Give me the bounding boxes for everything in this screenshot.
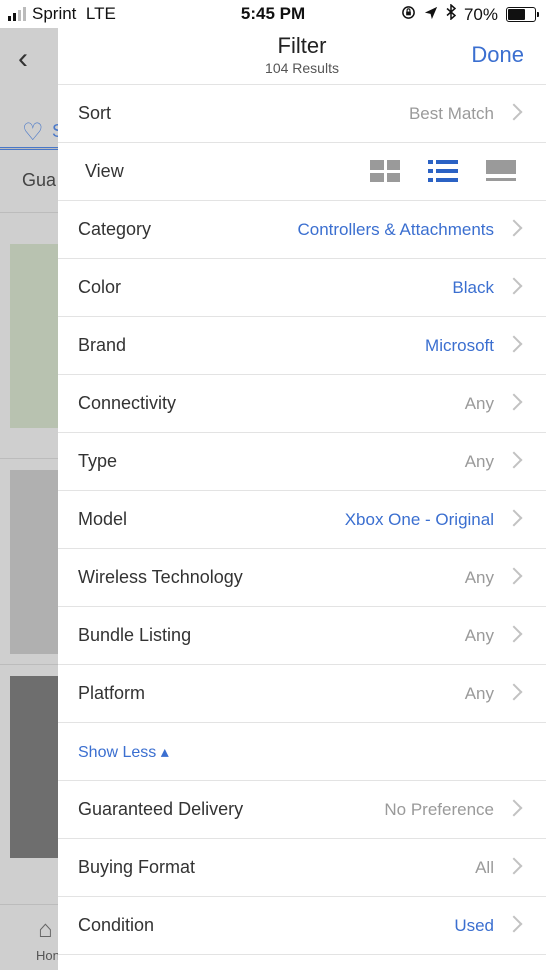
done-button[interactable]: Done: [471, 42, 524, 68]
filter-value: No Preference: [384, 800, 494, 819]
filter-row-wireless-technology[interactable]: Wireless Technology Any: [58, 549, 546, 607]
filter-value: Black: [452, 278, 494, 297]
chevron-right-icon: [505, 683, 523, 701]
filter-value: Controllers & Attachments: [297, 220, 494, 239]
filter-value: Microsoft: [425, 336, 494, 355]
filter-row-guaranteed-delivery[interactable]: Guaranteed Delivery No Preference: [58, 781, 546, 839]
filter-panel: Filter 104 Results Done Sort Best Match …: [58, 28, 546, 970]
filter-value: Any: [464, 452, 494, 471]
filter-row-platform[interactable]: Platform Any: [58, 665, 546, 723]
grid-view-icon[interactable]: [370, 160, 400, 182]
chevron-right-icon: [505, 103, 523, 121]
filter-value: Any: [464, 568, 494, 587]
chevron-right-icon: [505, 219, 523, 237]
filter-label: Platform: [78, 683, 146, 703]
chevron-right-icon: [505, 625, 523, 643]
orientation-lock-icon: [401, 5, 416, 25]
chevron-right-icon: [505, 393, 523, 411]
filter-row-condition[interactable]: Condition Used: [58, 897, 546, 955]
filter-row-brand[interactable]: Brand Microsoft: [58, 317, 546, 375]
background-page: ‹ ♡ S Gua ⌂ Hon: [0, 28, 58, 970]
chevron-right-icon: [505, 277, 523, 295]
status-bar: Sprint LTE 5:45 PM 70%: [0, 0, 546, 28]
filter-label: View: [85, 161, 124, 181]
back-chevron-icon[interactable]: ‹: [18, 42, 28, 76]
show-less-link[interactable]: Show Less ▴: [78, 742, 169, 762]
battery-icon: [506, 7, 539, 22]
filter-value: Used: [454, 916, 494, 935]
filter-row-category[interactable]: Category Controllers & Attachments: [58, 201, 546, 259]
background-filter-chip: Gua: [22, 170, 57, 190]
filter-row-type[interactable]: Type Any: [58, 433, 546, 491]
filter-row-connectivity[interactable]: Connectivity Any: [58, 375, 546, 433]
location-arrow-icon: [424, 5, 438, 25]
filter-label: Type: [78, 451, 118, 471]
show-less-row: Show Less ▴: [58, 723, 546, 781]
filter-value: All: [475, 858, 494, 877]
chevron-right-icon: [505, 451, 523, 469]
filter-row-bundle-listing[interactable]: Bundle Listing Any: [58, 607, 546, 665]
background-tab: ♡ S: [0, 113, 58, 150]
battery-percent: 70%: [463, 4, 498, 24]
filter-value: Best Match: [408, 104, 494, 123]
chevron-right-icon: [505, 857, 523, 875]
gallery-view-icon[interactable]: [486, 160, 516, 182]
filter-label: Condition: [78, 915, 155, 935]
filter-row-buying-format[interactable]: Buying Format All: [58, 839, 546, 897]
background-listing-image: [10, 676, 58, 858]
filter-label: Buying Format: [78, 857, 196, 877]
filter-row-sort[interactable]: Sort Best Match: [58, 85, 546, 143]
filter-value: Any: [464, 626, 494, 645]
filter-label: Connectivity: [78, 393, 177, 413]
filter-label: Wireless Technology: [78, 567, 243, 587]
chevron-right-icon: [505, 799, 523, 817]
filter-label: Bundle Listing: [78, 625, 192, 645]
chevron-right-icon: [505, 335, 523, 353]
status-right: 70%: [401, 3, 539, 25]
filter-header: Filter 104 Results Done: [58, 28, 546, 85]
bluetooth-icon: [446, 3, 457, 25]
filter-label: Color: [78, 277, 122, 297]
chevron-right-icon: [505, 567, 523, 585]
filter-value: Any: [464, 684, 494, 703]
filter-label: Category: [78, 219, 152, 239]
heart-icon: ♡: [22, 119, 44, 146]
chevron-right-icon: [505, 509, 523, 527]
filter-label: Brand: [78, 335, 127, 355]
filter-label: Guaranteed Delivery: [78, 799, 244, 819]
home-icon: ⌂: [38, 916, 53, 943]
filter-row-model[interactable]: Model Xbox One - Original: [58, 491, 546, 549]
filter-label: Sort: [78, 103, 112, 123]
filter-value: Xbox One - Original: [344, 510, 494, 529]
list-view-icon[interactable]: [428, 160, 458, 182]
background-listing-image: [10, 470, 58, 654]
home-tab-label: Hon: [36, 948, 58, 963]
filter-value: Any: [464, 394, 494, 413]
filter-row-color[interactable]: Color Black: [58, 259, 546, 317]
chevron-right-icon: [505, 915, 523, 933]
filter-row-view: View: [58, 143, 546, 201]
filter-label: Model: [78, 509, 128, 529]
background-listing-image: [10, 244, 58, 428]
